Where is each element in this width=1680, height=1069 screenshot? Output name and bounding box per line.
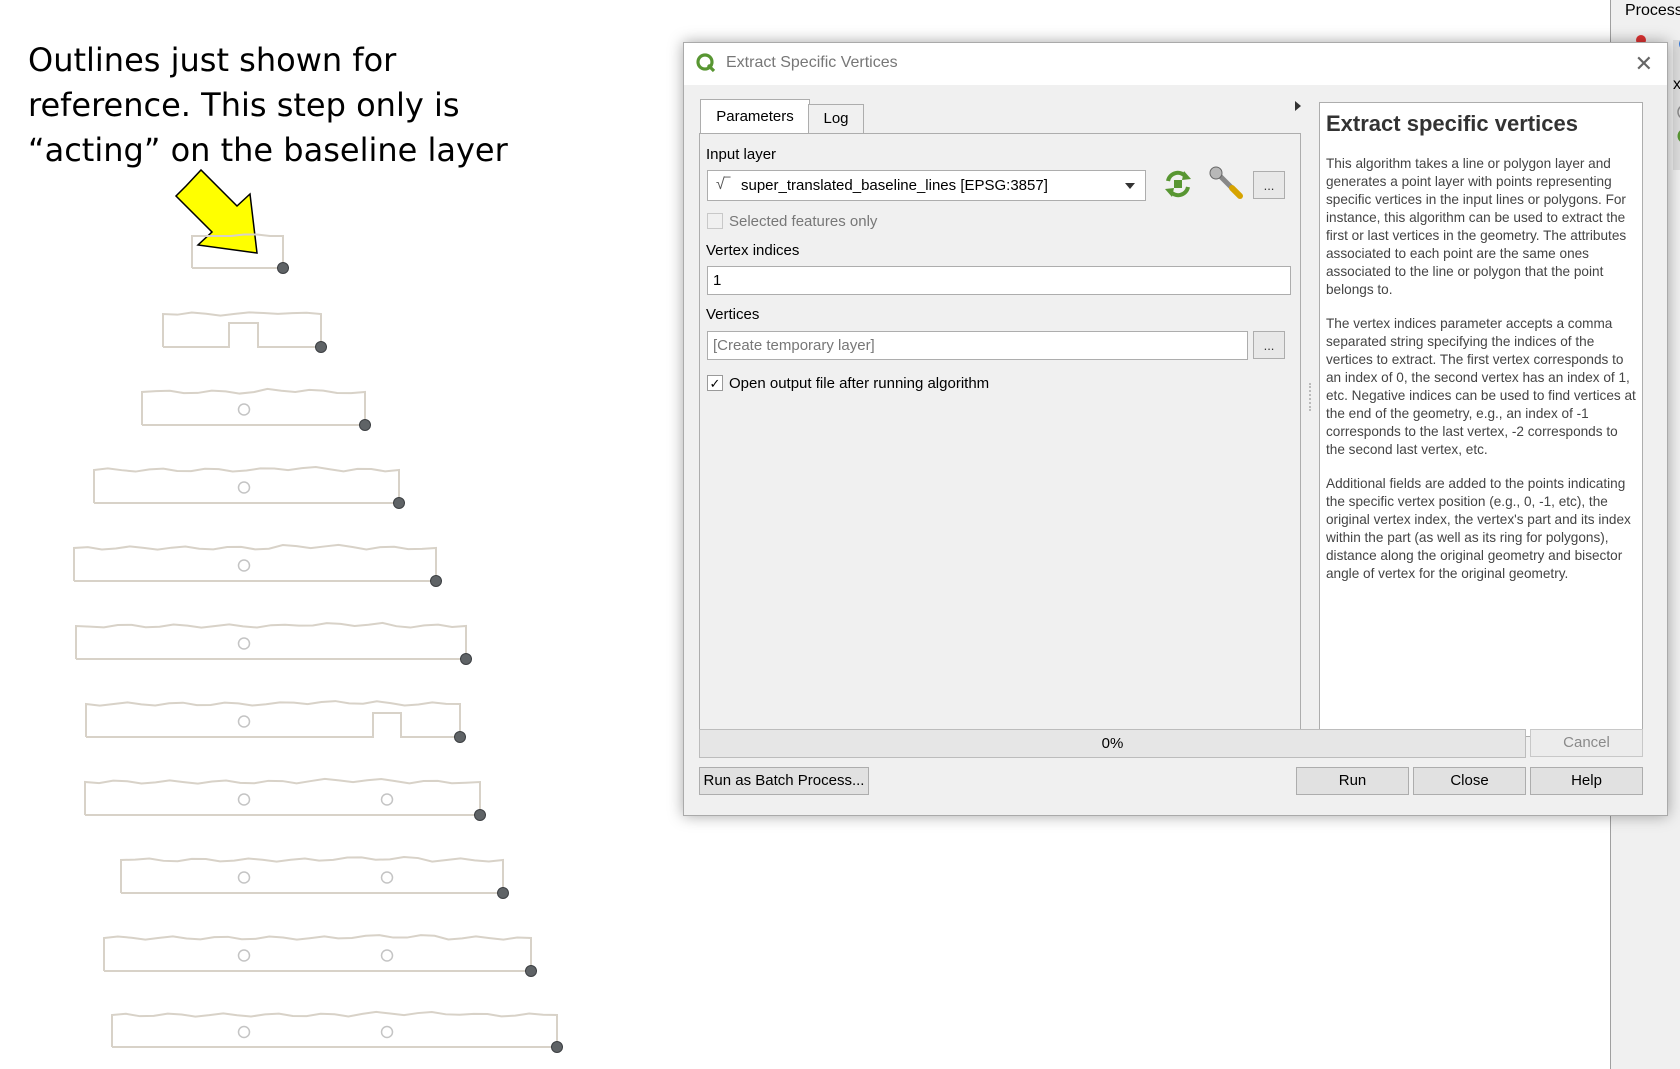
centroid-marker bbox=[380, 1025, 394, 1039]
extracted-vertex-point bbox=[474, 809, 486, 821]
qgis-logo-icon bbox=[696, 53, 716, 73]
vertices-placeholder: [Create temporary layer] bbox=[713, 337, 875, 354]
close-button[interactable]: Close bbox=[1413, 767, 1526, 795]
input-layer-value: super_translated_baseline_lines [EPSG:38… bbox=[741, 177, 1048, 194]
centroid-marker bbox=[380, 949, 394, 962]
vertices-output-field[interactable]: [Create temporary layer] bbox=[707, 331, 1248, 360]
extracted-vertex-point bbox=[359, 419, 371, 431]
wrench-icon[interactable] bbox=[1208, 166, 1244, 200]
selected-features-box[interactable] bbox=[707, 213, 723, 230]
extracted-vertex-point bbox=[454, 731, 466, 743]
vertex-indices-input[interactable]: 1 bbox=[707, 266, 1291, 295]
extracted-vertex-point bbox=[525, 965, 537, 977]
vertex-indices-label: Vertex indices bbox=[706, 242, 800, 259]
extracted-vertex-point bbox=[460, 653, 472, 665]
building-outline bbox=[85, 700, 461, 738]
dialog-titlebar[interactable]: Extract Specific Vertices ✕ bbox=[684, 43, 1667, 85]
input-layer-browse-button[interactable]: ... bbox=[1253, 171, 1285, 199]
help-button[interactable]: Help bbox=[1530, 767, 1643, 795]
building-outline bbox=[162, 311, 322, 348]
close-icon[interactable]: ✕ bbox=[1635, 51, 1653, 77]
tab-log[interactable]: Log bbox=[808, 104, 864, 133]
dialog-title: Extract Specific Vertices bbox=[726, 54, 898, 71]
extracted-vertex-point bbox=[551, 1041, 563, 1053]
centroid-marker bbox=[237, 793, 251, 806]
processing-panel-title: Process bbox=[1625, 2, 1680, 19]
splitter-handle[interactable] bbox=[1309, 383, 1313, 411]
input-layer-combobox[interactable]: √‾ super_translated_baseline_lines [EPSG… bbox=[707, 170, 1146, 201]
input-layer-label: Input layer bbox=[706, 146, 777, 163]
processing-panel-fragment: xt bbox=[1673, 76, 1680, 94]
open-output-box[interactable]: ✓ bbox=[707, 375, 723, 392]
help-panel: Extract specific vertices This algorithm… bbox=[1319, 102, 1643, 737]
building-outline bbox=[84, 777, 481, 816]
building-outline bbox=[141, 387, 366, 426]
map-canvas[interactable] bbox=[0, 0, 640, 1069]
building-outline bbox=[75, 621, 467, 660]
selected-features-label: Selected features only bbox=[729, 212, 878, 230]
collapse-help-arrow-icon[interactable] bbox=[1295, 101, 1301, 111]
chevron-down-icon[interactable] bbox=[1125, 183, 1135, 189]
centroid-marker bbox=[237, 871, 251, 884]
open-output-checkbox[interactable]: ✓ Open output file after running algorith… bbox=[707, 374, 989, 394]
run-button[interactable]: Run bbox=[1296, 767, 1409, 795]
vertices-label: Vertices bbox=[706, 306, 760, 323]
centroid-marker bbox=[237, 637, 251, 650]
centroid-marker bbox=[237, 949, 251, 962]
building-outlines bbox=[73, 233, 563, 1053]
cancel-button[interactable]: Cancel bbox=[1530, 729, 1643, 757]
centroid-marker bbox=[380, 871, 394, 884]
extracted-vertex-point bbox=[430, 575, 442, 587]
extracted-vertex-point bbox=[277, 262, 289, 274]
extract-vertices-dialog: Extract Specific Vertices ✕ Parameters L… bbox=[683, 42, 1668, 816]
building-outline bbox=[73, 543, 437, 582]
extracted-vertex-point bbox=[497, 887, 509, 899]
iterate-toggle-icon[interactable] bbox=[1160, 167, 1196, 201]
building-outline bbox=[111, 1010, 558, 1048]
centroid-marker bbox=[237, 481, 251, 494]
centroid-marker bbox=[237, 403, 251, 416]
centroid-marker bbox=[237, 715, 251, 728]
centroid-marker bbox=[237, 1025, 251, 1039]
help-heading: Extract specific vertices bbox=[1326, 111, 1578, 136]
help-paragraph-3: Additional fields are added to the point… bbox=[1326, 476, 1631, 581]
line-layer-icon: √‾ bbox=[716, 176, 731, 193]
yellow-arrow-icon bbox=[174, 168, 258, 254]
progress-bar: 0% bbox=[699, 729, 1526, 758]
building-outline bbox=[120, 856, 504, 894]
open-output-label: Open output file after running algorithm bbox=[729, 374, 990, 392]
help-paragraph-2: The vertex indices parameter accepts a c… bbox=[1326, 316, 1636, 457]
help-paragraph-1: This algorithm takes a line or polygon l… bbox=[1326, 156, 1627, 297]
parameters-panel: Input layer √‾ super_translated_baseline… bbox=[699, 133, 1301, 739]
tab-parameters[interactable]: Parameters bbox=[700, 99, 810, 133]
centroid-marker bbox=[380, 793, 394, 806]
extracted-vertex-point bbox=[315, 341, 327, 353]
run-batch-button[interactable]: Run as Batch Process... bbox=[699, 767, 869, 795]
vertices-browse-button[interactable]: ... bbox=[1253, 331, 1285, 359]
building-outline bbox=[93, 465, 400, 504]
selected-features-checkbox[interactable]: Selected features only bbox=[707, 212, 877, 232]
building-outline bbox=[103, 934, 532, 972]
extracted-vertex-point bbox=[393, 497, 405, 509]
centroid-marker bbox=[237, 559, 251, 572]
